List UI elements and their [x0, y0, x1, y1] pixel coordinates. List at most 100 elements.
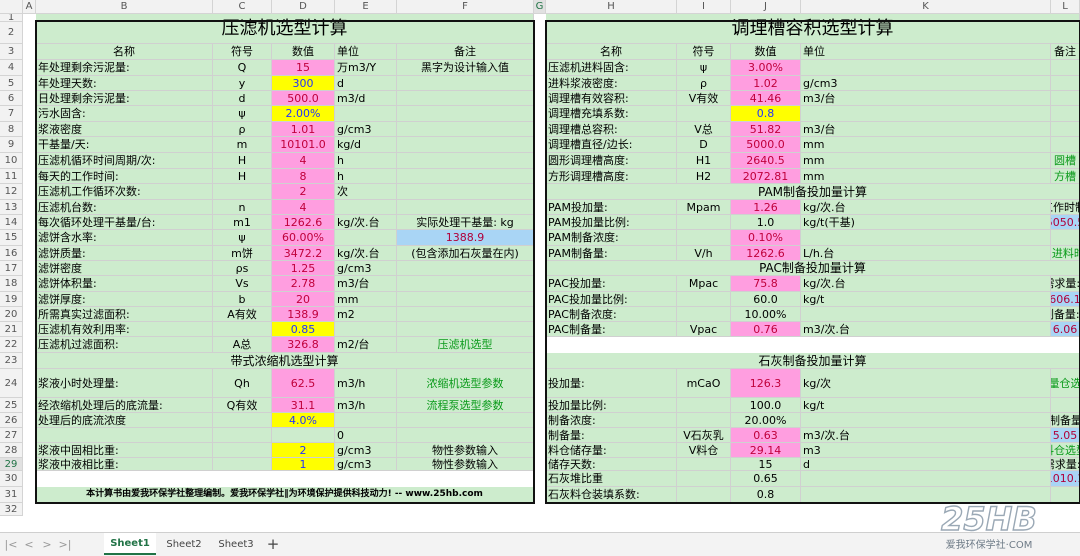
row-header[interactable]: 12: [0, 184, 23, 200]
pac-row-value: 60.0: [731, 292, 801, 307]
left-table-row-name: 压滤机工作循环次数:: [36, 184, 213, 200]
row-header[interactable]: 2: [0, 22, 23, 44]
row-header[interactable]: 14: [0, 215, 23, 230]
tank-row-symbol: V有效: [677, 91, 731, 106]
row-header[interactable]: 31: [0, 487, 23, 503]
thickener-row-symbol: Qh: [213, 369, 272, 398]
select-all-corner[interactable]: [0, 0, 23, 14]
last-sheet-icon[interactable]: >|: [58, 537, 72, 551]
column-header[interactable]: A: [23, 0, 36, 14]
lime-row-name: 投加量:: [546, 369, 677, 398]
left-table-row-note: [397, 261, 534, 276]
left-table-row-unit: m2: [335, 307, 397, 322]
column-header[interactable]: G: [534, 0, 546, 14]
row-header[interactable]: 30: [0, 471, 23, 487]
left-table-row-unit: h: [335, 153, 397, 169]
row-header[interactable]: 21: [0, 322, 23, 337]
row-header[interactable]: 27: [0, 428, 23, 443]
row-header[interactable]: 17: [0, 261, 23, 276]
lime-row-name: 石灰料仓装填系数:: [546, 487, 677, 503]
tank-row-note: [1051, 60, 1080, 76]
tank-row-note: 方槽: [1051, 169, 1080, 184]
column-header[interactable]: B: [36, 0, 213, 14]
lime-row-unit: [801, 413, 1051, 428]
row-header[interactable]: 3: [0, 44, 23, 60]
lime-row-unit: m3/次.台: [801, 428, 1051, 443]
row-header[interactable]: 29: [0, 458, 23, 471]
row-header[interactable]: 19: [0, 292, 23, 307]
lime-row-note: 5.05: [1051, 428, 1080, 443]
column-header[interactable]: L: [1051, 0, 1080, 14]
row-header[interactable]: 4: [0, 60, 23, 76]
row-header[interactable]: 7: [0, 106, 23, 122]
pam-row-symbol: V/h: [677, 246, 731, 261]
left-table-row-note: [397, 276, 534, 292]
left-table-row-name: 所需真实过滤面积:: [36, 307, 213, 322]
row-header[interactable]: 18: [0, 276, 23, 292]
left-table-row-note: [397, 322, 534, 337]
left-table-row-symbol: H: [213, 153, 272, 169]
row-header[interactable]: 13: [0, 200, 23, 215]
spreadsheet-grid[interactable]: A B C D E F G H I J K L 1 2 3 4 5 6 7 8 9 10 11 12 13 14 15 16 17 18 1…: [0, 0, 1080, 532]
lime-row-unit: [801, 471, 1051, 487]
lime-row-unit: [801, 487, 1051, 503]
column-header[interactable]: E: [335, 0, 397, 14]
lime-row-name: 储存天数:: [546, 458, 677, 471]
column-header[interactable]: D: [272, 0, 335, 14]
column-header[interactable]: C: [213, 0, 272, 14]
lime-row-value: 0.8: [731, 487, 801, 503]
row-header[interactable]: 15: [0, 230, 23, 246]
left-table-row-value: 4: [272, 153, 335, 169]
row-header[interactable]: 11: [0, 169, 23, 184]
row-header[interactable]: 1: [0, 14, 23, 22]
left-table-row-symbol: A总: [213, 337, 272, 353]
next-sheet-icon[interactable]: >: [40, 537, 54, 551]
left-table-row-value: 3472.2: [272, 246, 335, 261]
add-sheet-icon[interactable]: +: [262, 533, 284, 555]
first-sheet-icon[interactable]: |<: [4, 537, 18, 551]
left-table-row-unit: [335, 230, 397, 246]
tab-sheet2[interactable]: Sheet2: [160, 533, 208, 555]
tank-row-name: 圆形调理槽高度:: [546, 153, 677, 169]
sheet-tab-bar: |< < > >| Sheet1 Sheet2 Sheet3 +: [0, 532, 1080, 556]
column-header[interactable]: K: [801, 0, 1051, 14]
row-header[interactable]: 32: [0, 503, 23, 516]
column-header[interactable]: H: [546, 0, 677, 14]
tank-row-name: 调理槽充填系数:: [546, 106, 677, 122]
lime-row-symbol: [677, 458, 731, 471]
column-header[interactable]: F: [397, 0, 534, 14]
left-table-row-note: [397, 200, 534, 215]
row-header[interactable]: 23: [0, 353, 23, 369]
thickener-row-note: 物性参数输入: [397, 443, 534, 458]
row-header[interactable]: 22: [0, 337, 23, 353]
tank-row-note: [1051, 76, 1080, 91]
left-table-row-unit: m3/台: [335, 276, 397, 292]
row-header[interactable]: 6: [0, 91, 23, 106]
tank-row-unit: g/cm3: [801, 76, 1051, 91]
thickener-row-symbol: [213, 458, 272, 471]
row-header[interactable]: 10: [0, 153, 23, 169]
row-header[interactable]: 16: [0, 246, 23, 261]
lime-row-unit: d: [801, 458, 1051, 471]
tab-sheet3[interactable]: Sheet3: [212, 533, 260, 555]
tab-sheet1[interactable]: Sheet1: [104, 533, 156, 555]
row-header[interactable]: 9: [0, 137, 23, 153]
right-table-title: 调理槽容积选型计算: [546, 14, 1080, 44]
lime-row-value: 29.14: [731, 443, 801, 458]
tank-row-unit: [801, 60, 1051, 76]
left-table-row-value: 4: [272, 200, 335, 215]
column-header[interactable]: I: [677, 0, 731, 14]
row-header[interactable]: 5: [0, 76, 23, 91]
left-table-row-symbol: y: [213, 76, 272, 91]
row-header[interactable]: 26: [0, 413, 23, 428]
column-header[interactable]: J: [731, 0, 801, 14]
lime-row-note: 石灰乳制备量:m3/d: [1051, 413, 1080, 428]
lime-row-unit: kg/次: [801, 369, 1051, 398]
prev-sheet-icon[interactable]: <: [22, 537, 36, 551]
row-header[interactable]: 24: [0, 369, 23, 398]
row-header[interactable]: 8: [0, 122, 23, 137]
row-header[interactable]: 20: [0, 307, 23, 322]
left-table-row-note: [397, 153, 534, 169]
row-header[interactable]: 25: [0, 398, 23, 413]
row-header[interactable]: 28: [0, 443, 23, 458]
